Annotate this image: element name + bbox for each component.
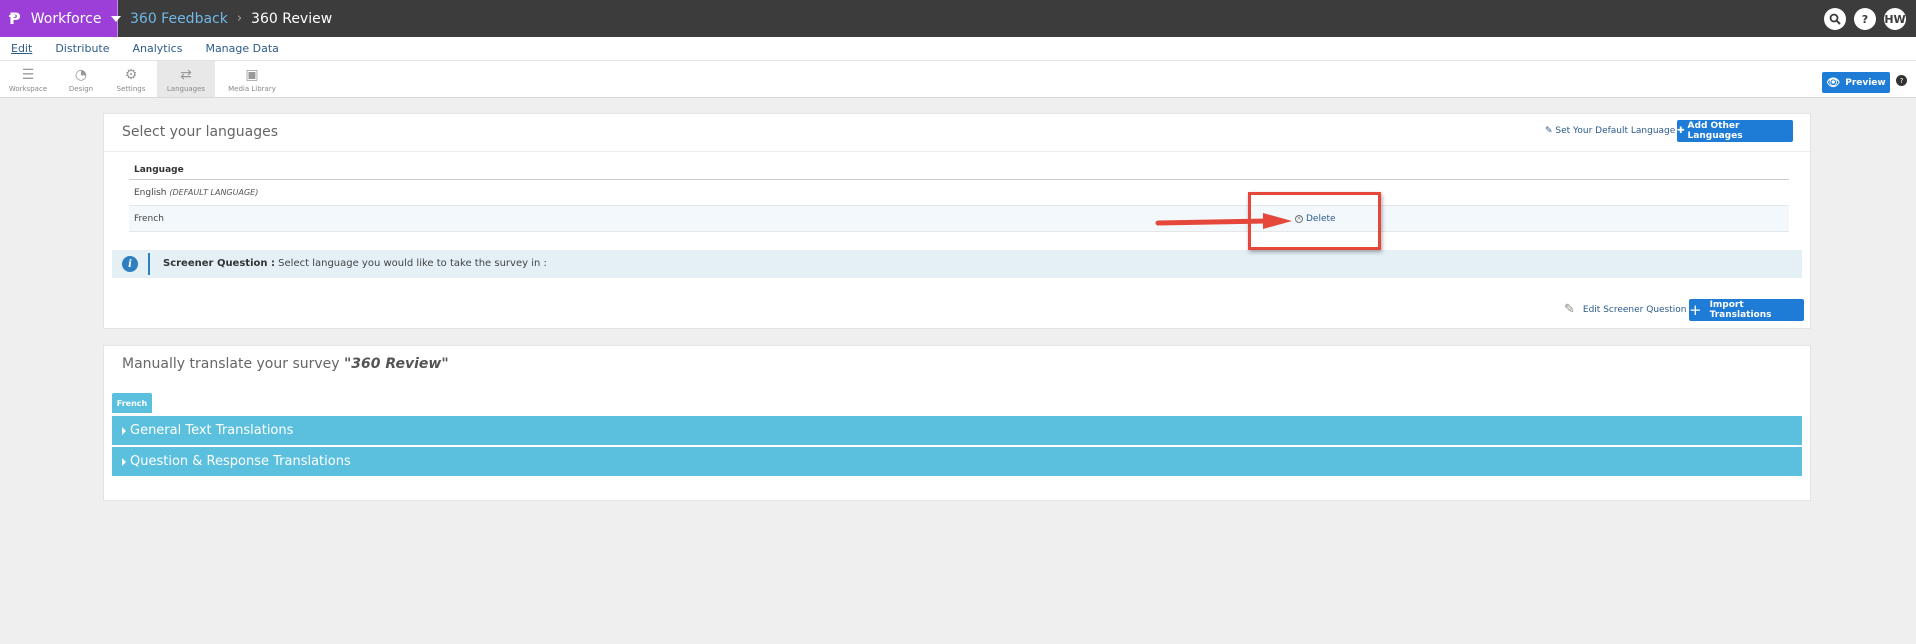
question-response-translations-section[interactable]: Question & Response Translations bbox=[112, 447, 1802, 476]
screener-question-text: Screener Question : Select language you … bbox=[163, 258, 547, 269]
general-text-translations-section[interactable]: General Text Translations bbox=[112, 416, 1802, 445]
tool-settings[interactable]: ⚙ Settings bbox=[108, 61, 154, 97]
language-name: English bbox=[134, 188, 167, 198]
screener-label: Screener Question : bbox=[163, 258, 275, 269]
screener-question-banner: i Screener Question : Select language yo… bbox=[112, 250, 1802, 278]
plus-icon: ✚ bbox=[1677, 126, 1685, 136]
add-other-languages-label: Add Other Languages bbox=[1687, 121, 1743, 141]
nav-analytics[interactable]: Analytics bbox=[133, 42, 183, 55]
import-translations-label: Import Translations bbox=[1709, 300, 1772, 320]
tool-workspace[interactable]: ☰ Workspace bbox=[0, 61, 56, 97]
main-nav: Edit Distribute Analytics Manage Data bbox=[0, 37, 1916, 61]
tool-label: Settings bbox=[116, 85, 146, 93]
annotation-arrow-icon bbox=[1155, 213, 1292, 229]
top-bar: Ᵽ Workforce 360 Feedback › 360 Review ? … bbox=[0, 0, 1916, 37]
caret-right-icon bbox=[122, 457, 126, 466]
eye-icon: 👁 bbox=[1826, 76, 1841, 89]
breadcrumb-current: 360 Review bbox=[251, 10, 333, 27]
section-label: General Text Translations bbox=[130, 423, 294, 438]
manual-translation-title: Manually translate your survey "360 Revi… bbox=[122, 356, 449, 372]
survey-name: "360 Review" bbox=[344, 356, 449, 372]
plus-icon: + bbox=[1689, 301, 1702, 319]
divider bbox=[148, 253, 150, 275]
set-default-language-link[interactable]: ✎ Set Your Default Language bbox=[1545, 126, 1675, 136]
edit-icon: ✎ bbox=[1545, 126, 1553, 136]
workspace-icon: ☰ bbox=[21, 67, 35, 83]
breadcrumb: 360 Feedback › 360 Review bbox=[130, 11, 332, 27]
image-icon: ▣ bbox=[245, 67, 259, 83]
add-other-languages-button[interactable]: ✚ Add Other Languages bbox=[1677, 120, 1793, 142]
tool-label: Design bbox=[68, 85, 94, 93]
divider bbox=[104, 151, 1810, 152]
preview-label: Preview bbox=[1845, 77, 1886, 88]
breadcrumb-separator-icon: › bbox=[236, 11, 243, 26]
tool-media-library[interactable]: ▣ Media Library bbox=[222, 61, 282, 97]
language-row-french: French × Delete bbox=[129, 206, 1789, 232]
info-icon: i bbox=[122, 256, 138, 272]
default-language-note: (DEFAULT LANGUAGE) bbox=[169, 188, 259, 197]
tool-label: Workspace bbox=[8, 85, 48, 93]
user-avatar[interactable]: HW bbox=[1884, 8, 1906, 30]
help-icon[interactable]: ? bbox=[1854, 8, 1876, 30]
tool-languages[interactable]: ⇄ Languages bbox=[157, 61, 215, 97]
section-label: Question & Response Translations bbox=[130, 454, 351, 469]
screener-prompt: Select language you would like to take t… bbox=[278, 258, 547, 269]
manual-translation-panel: Manually translate your survey "360 Revi… bbox=[103, 345, 1811, 501]
nav-edit[interactable]: Edit bbox=[11, 42, 32, 55]
edit-screener-label: Edit Screener Question bbox=[1582, 304, 1687, 315]
edit-screener-question-link[interactable]: ✎ Edit Screener Question bbox=[1564, 302, 1687, 317]
search-icon[interactable] bbox=[1824, 8, 1846, 30]
preview-help-icon[interactable]: ? bbox=[1896, 75, 1907, 86]
import-translations-button[interactable]: + Import Translations bbox=[1689, 299, 1804, 321]
app-switcher[interactable]: Ᵽ Workforce bbox=[0, 0, 122, 37]
languages-panel: Select your languages ✎ Set Your Default… bbox=[103, 113, 1811, 329]
nav-manage-data[interactable]: Manage Data bbox=[205, 42, 278, 55]
title-prefix: Manually translate your survey bbox=[122, 356, 340, 372]
languages-title: Select your languages bbox=[122, 124, 279, 140]
tool-label: Languages bbox=[166, 85, 206, 93]
set-default-language-label: Set Your Default Language bbox=[1555, 126, 1676, 136]
breadcrumb-parent-link[interactable]: 360 Feedback bbox=[130, 11, 228, 27]
languages-icon: ⇄ bbox=[180, 67, 192, 83]
language-row-english: English (DEFAULT LANGUAGE) bbox=[129, 180, 1789, 206]
tab-french[interactable]: French bbox=[112, 393, 152, 413]
tool-label: Media Library bbox=[228, 85, 276, 93]
pencil-icon: ✎ bbox=[1564, 302, 1575, 317]
app-name: Workforce bbox=[30, 10, 102, 27]
gear-icon: ⚙ bbox=[124, 67, 138, 83]
caret-down-icon bbox=[111, 15, 122, 22]
preview-button[interactable]: 👁 Preview bbox=[1822, 72, 1890, 93]
language-name: French bbox=[134, 214, 164, 224]
caret-right-icon bbox=[122, 426, 126, 435]
tool-design[interactable]: ◔ Design bbox=[58, 61, 104, 97]
column-header-language: Language bbox=[129, 160, 1789, 180]
qualtrics-logo-icon: Ᵽ bbox=[9, 9, 21, 28]
nav-distribute[interactable]: Distribute bbox=[55, 42, 109, 55]
language-table: Language English (DEFAULT LANGUAGE) Fren… bbox=[129, 160, 1789, 232]
editor-toolbar: ☰ Workspace ◔ Design ⚙ Settings ⇄ Langua… bbox=[0, 61, 1916, 98]
palette-icon: ◔ bbox=[74, 67, 88, 83]
